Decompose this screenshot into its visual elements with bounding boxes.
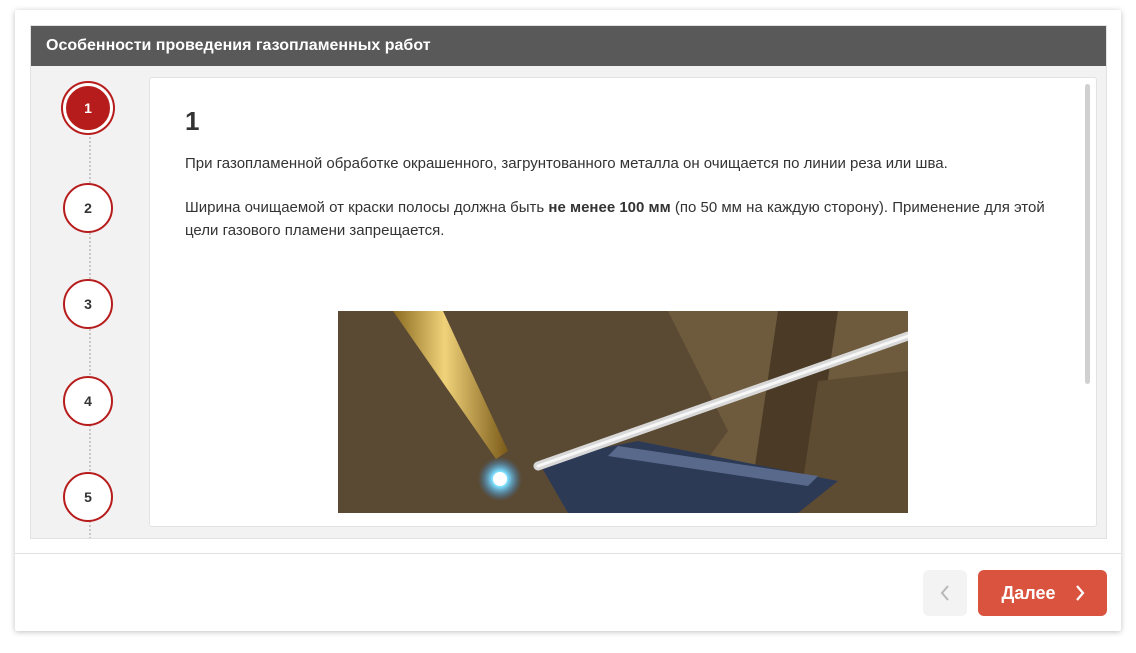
welding-photo xyxy=(338,311,908,513)
step-3-label: 3 xyxy=(84,296,92,312)
step-content: 1 При газопламенной обработке окрашенног… xyxy=(149,77,1097,527)
welding-illustration xyxy=(338,311,908,513)
footer-divider xyxy=(15,553,1121,554)
chevron-right-icon xyxy=(1075,585,1084,601)
step-2-label: 2 xyxy=(84,200,92,216)
paragraph-width: Ширина очищаемой от краски полосы должна… xyxy=(185,196,1065,242)
step-heading: 1 xyxy=(185,106,200,136)
step-2[interactable]: 2 xyxy=(63,183,113,233)
step-navigator: 1 2 3 4 5 xyxy=(31,66,149,538)
step-1[interactable]: 1 xyxy=(66,86,110,130)
paragraph-cleaning: При газопламенной обработке окрашенного,… xyxy=(185,155,948,172)
lesson-card: Особенности проведения газопламенных раб… xyxy=(15,10,1121,631)
next-button[interactable]: Далее xyxy=(978,570,1107,616)
prev-button[interactable] xyxy=(923,570,967,616)
content-scrollbar[interactable] xyxy=(1085,84,1090,384)
step-4[interactable]: 4 xyxy=(63,376,113,426)
step-5[interactable]: 5 xyxy=(63,472,113,522)
lesson-title: Особенности проведения газопламенных раб… xyxy=(31,26,1106,66)
paragraph-width-start: Ширина очищаемой от краски полосы должна… xyxy=(185,199,549,216)
chevron-left-icon xyxy=(940,585,949,601)
step-4-label: 4 xyxy=(84,393,92,409)
paragraph-width-bold: не менее 100 мм xyxy=(548,199,671,216)
step-5-label: 5 xyxy=(84,489,92,505)
next-button-label: Далее xyxy=(1001,582,1056,603)
step-3[interactable]: 3 xyxy=(63,279,113,329)
step-1-label: 1 xyxy=(84,100,92,116)
lesson-panel: Особенности проведения газопламенных раб… xyxy=(30,25,1107,539)
